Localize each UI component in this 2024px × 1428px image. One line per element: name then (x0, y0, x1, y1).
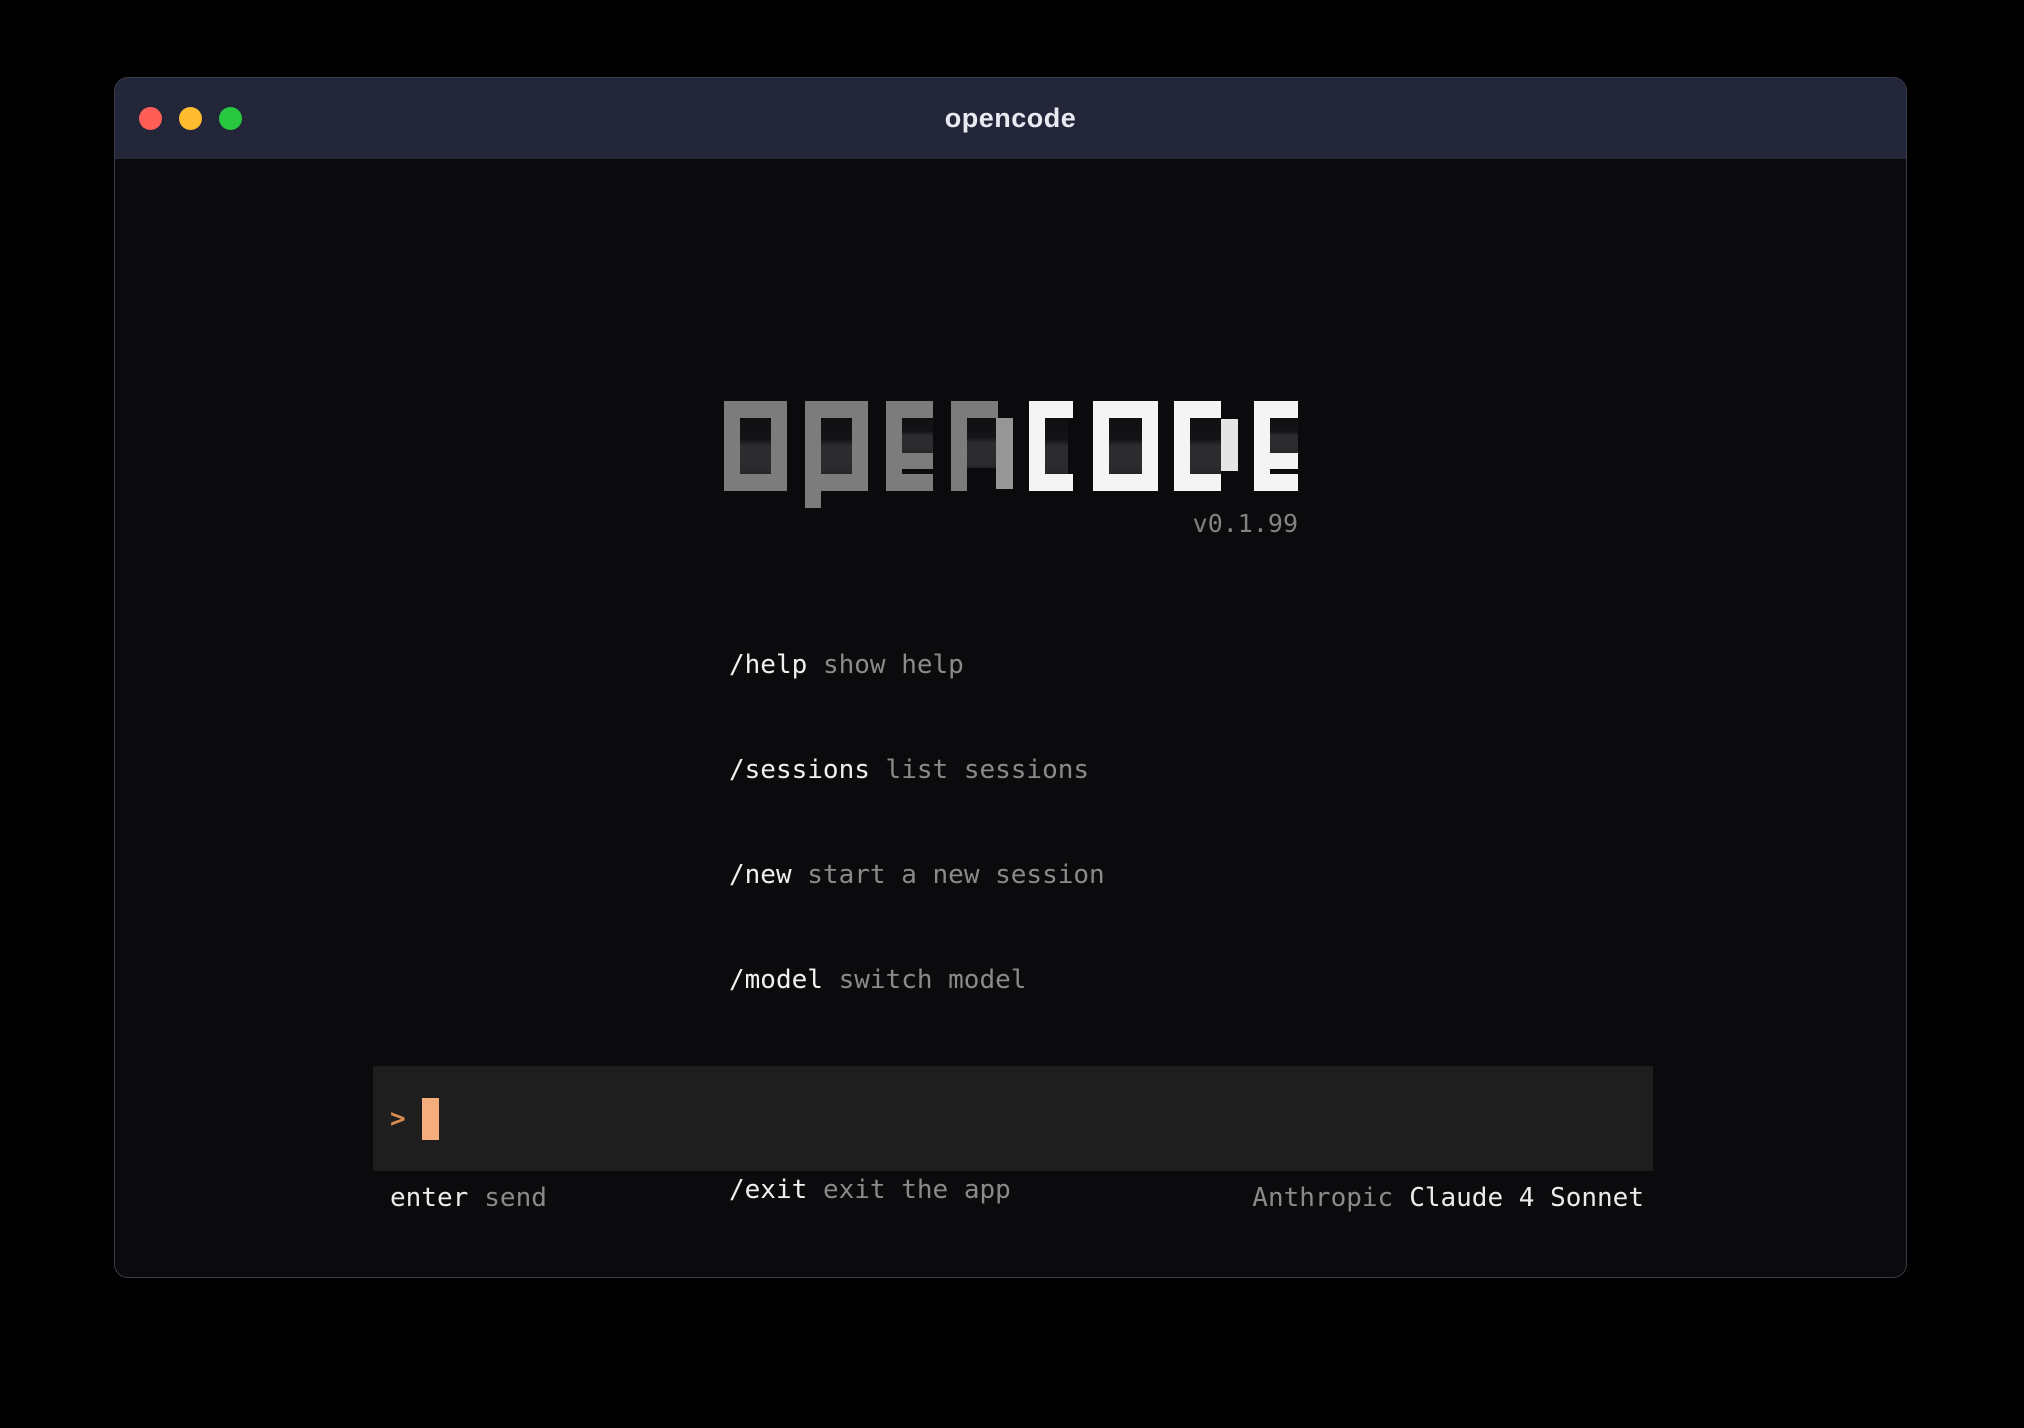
keybind-key: enter (390, 1182, 468, 1214)
command-desc: start a new session (807, 860, 1104, 890)
zoom-button[interactable] (219, 107, 242, 130)
command-desc: list sessions (886, 755, 1090, 785)
prompt-symbol: > (390, 1104, 406, 1134)
text-cursor (422, 1098, 439, 1140)
window-controls (139, 78, 242, 159)
opencode-window: opencode (114, 77, 1907, 1278)
command-name: /help (729, 650, 807, 680)
command-list: /help show help /sessions list sessions … (729, 578, 1105, 1278)
logo-d-right-stem (1221, 419, 1238, 471)
command-desc: show help (823, 650, 964, 680)
window-title: opencode (945, 103, 1077, 134)
command-name: /new (729, 860, 792, 890)
logo-n-right-stem (996, 418, 1013, 489)
status-bar: enter send Anthropic Claude 4 Sonnet (373, 1182, 1653, 1214)
model-indicator: Anthropic Claude 4 Sonnet (1252, 1182, 1653, 1214)
command-name: /sessions (729, 755, 870, 785)
command-desc: switch model (839, 965, 1027, 995)
keybind-action: send (484, 1182, 547, 1214)
command-row: /model switch model (729, 963, 1105, 998)
command-row: /sessions list sessions (729, 753, 1105, 788)
title-bar: opencode (115, 78, 1906, 159)
command-row: /help show help (729, 648, 1105, 683)
command-row: /new start a new session (729, 858, 1105, 893)
opencode-logo-art (724, 401, 1298, 508)
message-input[interactable]: > (373, 1066, 1653, 1171)
keybind-hint: enter send (373, 1182, 557, 1214)
version-label: v0.1.99 (724, 510, 1298, 538)
command-name: /model (729, 965, 823, 995)
opencode-logo: v0.1.99 (724, 401, 1298, 538)
terminal-content: v0.1.99 /help show help /sessions list s… (115, 159, 1906, 1277)
minimize-button[interactable] (179, 107, 202, 130)
model-provider: Anthropic (1252, 1182, 1393, 1214)
logo-letter-holes (740, 418, 1298, 474)
model-name: Claude 4 Sonnet (1409, 1182, 1644, 1214)
close-button[interactable] (139, 107, 162, 130)
logo-word-code (1029, 401, 1298, 491)
